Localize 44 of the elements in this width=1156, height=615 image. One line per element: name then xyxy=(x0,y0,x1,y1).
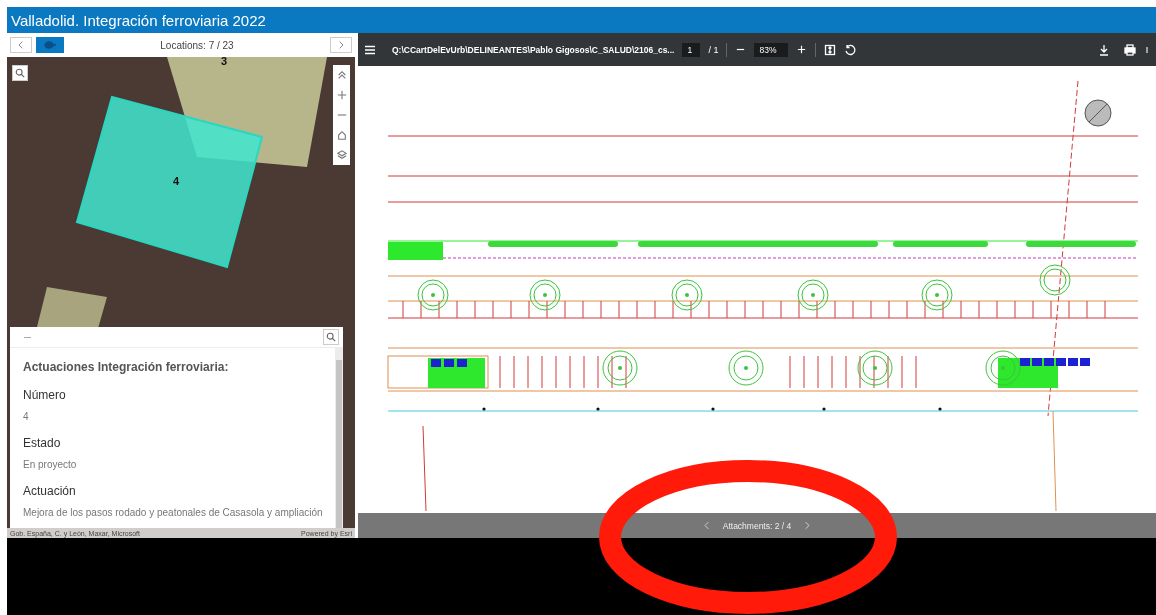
chevron-left-icon xyxy=(17,39,25,51)
search-icon xyxy=(15,68,25,78)
field-value: En proyecto xyxy=(23,459,78,470)
attachments-counter: Attachments: 2 / 4 xyxy=(722,520,792,531)
popup-heading: Actuaciones Integración ferroviaria: xyxy=(23,360,230,374)
area-label: 3 xyxy=(221,57,228,67)
chevron-left-icon xyxy=(702,520,711,531)
file-path: Q:\CCartDelEvUrb\DELINEANTES\Pablo Gigosos\C_SALUD\2106_cs... xyxy=(392,44,675,55)
field-label: Número xyxy=(23,388,67,402)
page-number-field[interactable]: 1 xyxy=(682,42,701,57)
rotate-button[interactable] xyxy=(844,43,857,56)
search-button[interactable] xyxy=(12,65,28,81)
field-label: Actuación xyxy=(23,484,77,498)
fit-page-icon xyxy=(824,43,837,56)
printer-icon xyxy=(1124,43,1136,56)
field-label: Estado xyxy=(23,436,62,450)
area-polygon[interactable] xyxy=(75,95,264,269)
download-button[interactable] xyxy=(1098,43,1110,56)
double-chevron-up-icon xyxy=(336,70,347,80)
layers-icon xyxy=(42,39,58,51)
scrollbar[interactable] xyxy=(335,348,343,528)
plus-icon xyxy=(796,44,808,55)
collapse-handle-icon[interactable] xyxy=(24,336,31,338)
home-icon xyxy=(336,130,347,140)
app-title: Valladolid. Integración ferroviaria 2022 xyxy=(7,7,1156,33)
area-label: 4 xyxy=(173,175,180,187)
rotate-icon xyxy=(844,43,857,56)
download-icon xyxy=(1098,43,1110,56)
layers-icon xyxy=(336,150,347,160)
fit-page-button[interactable] xyxy=(824,43,837,56)
zoom-field[interactable]: 83% xyxy=(754,42,789,57)
locations-counter: Locations: 7 / 23 xyxy=(159,39,235,51)
zoom-in-button[interactable] xyxy=(796,44,808,55)
chevron-right-icon xyxy=(337,39,345,51)
menu-icon xyxy=(364,43,376,56)
chevron-right-icon xyxy=(803,520,812,531)
plus-icon xyxy=(336,90,347,100)
field-value: Mejora de los pasos rodado y peatonales de Casasola y ampliación xyxy=(23,507,324,518)
search-icon xyxy=(326,332,336,342)
page-total: / 1 xyxy=(708,44,719,55)
search-button[interactable] xyxy=(323,329,339,345)
menu-button[interactable] xyxy=(364,43,376,56)
print-button[interactable] xyxy=(1124,43,1136,56)
field-value: 4 xyxy=(23,411,30,422)
